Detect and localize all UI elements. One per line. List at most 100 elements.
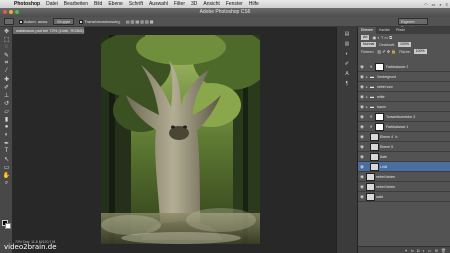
gradient-tool-icon[interactable]: ▮: [0, 115, 13, 123]
history-brush-tool-icon[interactable]: ↺: [0, 99, 13, 107]
layer-name[interactable]: Äste: [380, 155, 387, 159]
menu-ebene[interactable]: Ebene: [108, 1, 122, 7]
menu-filter[interactable]: Filter: [174, 1, 185, 7]
layer-row[interactable]: ◉ ◐ Farbbalance 1: [358, 122, 450, 132]
zoom-window-icon[interactable]: [15, 10, 19, 14]
layer-mask-thumbnail[interactable]: [375, 62, 385, 71]
fx-icon[interactable]: fx: [411, 248, 414, 253]
layer-name[interactable]: Vordergrund: [377, 75, 396, 79]
eye-icon[interactable]: ◉: [358, 94, 366, 100]
spotlight-search-icon[interactable]: ⌕: [439, 2, 441, 7]
menu-fenster[interactable]: Fenster: [226, 1, 243, 7]
layer-name[interactable]: nebel hinten: [376, 175, 395, 179]
layer-row[interactable]: ◉ ▸ ▬ baum: [358, 102, 450, 112]
eye-icon[interactable]: ◉: [358, 194, 366, 200]
color-swatches[interactable]: [2, 220, 12, 230]
background-color-swatch[interactable]: [5, 223, 11, 229]
menu-ansicht[interactable]: Ansicht: [203, 1, 219, 7]
layer-row[interactable]: ◉ ▸ ▬ mitte: [358, 92, 450, 102]
layer-row[interactable]: ◉ ◐ Farbbalance 3: [358, 62, 450, 72]
dodge-tool-icon[interactable]: ◐: [0, 131, 13, 139]
layer-thumbnail[interactable]: [370, 142, 379, 151]
wifi-icon[interactable]: ◠: [424, 2, 428, 7]
new-group-icon[interactable]: ▭: [428, 248, 432, 253]
properties-panel-icon[interactable]: ▥: [342, 40, 352, 47]
layer-row[interactable]: ◉ nebel hinten: [358, 182, 450, 192]
quick-select-tool-icon[interactable]: ✎: [0, 51, 13, 59]
eye-icon[interactable]: ◉: [358, 124, 366, 130]
lock-icons[interactable]: ▨ ✐ ✥ 🔒: [377, 49, 396, 54]
menu-bearbeiten[interactable]: Bearbeiten: [64, 1, 88, 7]
layer-thumbnail[interactable]: [366, 172, 375, 181]
layer-name[interactable]: nebel vorn: [377, 85, 393, 89]
transform-controls-checkbox[interactable]: Transformationsstrg.: [79, 19, 121, 24]
list-icon[interactable]: ≡: [446, 2, 448, 7]
autoselect-checkbox[interactable]: Autom. ausw.: [19, 19, 48, 24]
adjustments-panel-icon[interactable]: ◐: [342, 50, 352, 57]
layer-thumbnail[interactable]: [366, 182, 375, 191]
lasso-tool-icon[interactable]: ◌: [0, 43, 13, 51]
layer-fx-icon[interactable]: fx: [395, 135, 398, 139]
menu-hilfe[interactable]: Hilfe: [249, 1, 259, 7]
layer-thumbnail[interactable]: [370, 132, 379, 141]
tab-ebenen[interactable]: Ebenen: [358, 27, 377, 34]
layer-thumbnail[interactable]: [370, 162, 379, 171]
filter-icons[interactable]: ▣ ◐ T ▭ ⧉: [372, 35, 392, 40]
layer-row[interactable]: ◉ Lintk: [358, 162, 450, 172]
menu-app-name[interactable]: Photoshop: [14, 1, 40, 7]
layer-name[interactable]: mitte: [377, 95, 385, 99]
history-panel-icon[interactable]: ▤: [342, 30, 352, 37]
layer-row[interactable]: ◉ Ebene 5: [358, 142, 450, 152]
layer-mask-thumbnail[interactable]: [375, 112, 385, 121]
eye-icon[interactable]: ◉: [358, 154, 366, 160]
layer-row[interactable]: ◉ nebel hinten: [358, 172, 450, 182]
paragraph-panel-icon[interactable]: ¶: [342, 80, 352, 87]
clone-stamp-tool-icon[interactable]: ⊥: [0, 91, 13, 99]
autoselect-target-select[interactable]: Gruppe: [53, 18, 75, 25]
align-icons[interactable]: ▤▥▦▧▨▩: [126, 19, 155, 24]
healing-brush-tool-icon[interactable]: ✚: [0, 75, 13, 83]
brush-tool-icon[interactable]: ✐: [0, 83, 13, 91]
layer-filter-select[interactable]: Art: [361, 35, 370, 40]
workspace-select[interactable]: Eigener Bereich: [398, 18, 428, 30]
brush-panel-icon[interactable]: ✐: [342, 60, 352, 67]
layer-row[interactable]: ◉ ▸ ▬ nebel vorn: [358, 82, 450, 92]
layer-row[interactable]: ◉ Ebene 4 fx: [358, 132, 450, 142]
layer-row[interactable]: ◉ ▸ ▬ Vordergrund: [358, 72, 450, 82]
marquee-tool-icon[interactable]: ⬚: [0, 35, 13, 43]
trash-icon[interactable]: 🗑: [441, 248, 446, 253]
opacity-input[interactable]: 100%: [398, 42, 411, 47]
eye-icon[interactable]: ◉: [358, 104, 366, 110]
menu-schrift[interactable]: Schrift: [129, 1, 143, 7]
tab-kanaele[interactable]: Kanäle: [376, 27, 393, 34]
layer-name[interactable]: Lintk: [380, 165, 387, 169]
link-layers-icon[interactable]: ⚭: [404, 248, 407, 253]
battery-icon[interactable]: ▭: [432, 2, 436, 7]
layer-name[interactable]: Tonwertkorrektur 3: [386, 115, 415, 119]
close-window-icon[interactable]: [3, 10, 7, 14]
blur-tool-icon[interactable]: ●: [0, 123, 13, 131]
new-layer-icon[interactable]: ⊞: [435, 248, 438, 253]
menu-auswahl[interactable]: Auswahl: [149, 1, 168, 7]
layer-name[interactable]: Farbbalance 3: [386, 65, 408, 69]
layer-name[interactable]: nebel hinten: [376, 185, 395, 189]
layer-mask-thumbnail[interactable]: [375, 122, 385, 131]
eyedropper-tool-icon[interactable]: ⁄: [0, 67, 13, 75]
type-tool-icon[interactable]: T: [0, 147, 13, 155]
eye-icon[interactable]: ◉: [358, 84, 366, 90]
layer-name[interactable]: Farbbalance 1: [386, 125, 408, 129]
layer-thumbnail[interactable]: [366, 192, 375, 201]
eye-icon[interactable]: ◉: [358, 144, 366, 150]
eye-icon[interactable]: ◉: [358, 114, 366, 120]
adjustment-layer-icon[interactable]: ◐: [422, 248, 424, 253]
add-mask-icon[interactable]: ◘: [417, 248, 419, 253]
layer-name[interactable]: Ebene 4: [380, 135, 393, 139]
layer-row[interactable]: ◉ wald: [358, 192, 450, 202]
layer-name[interactable]: baum: [377, 105, 386, 109]
eye-icon[interactable]: ◉: [358, 64, 366, 70]
hand-tool-icon[interactable]: ✋: [0, 171, 13, 179]
document-tab[interactable]: waldbaum.psd bei 72% (Lintk, RGB/8): [13, 27, 85, 34]
layer-name[interactable]: Ebene 5: [380, 145, 393, 149]
fill-input[interactable]: 100%: [413, 49, 427, 54]
eye-icon[interactable]: ◉: [358, 74, 366, 80]
